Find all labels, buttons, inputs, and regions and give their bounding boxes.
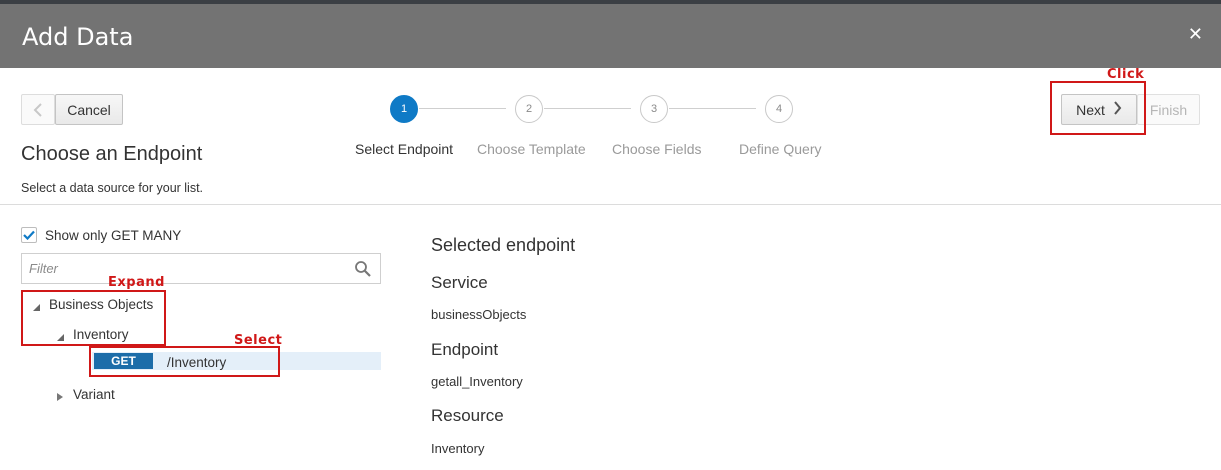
selected-endpoint-heading: Selected endpoint [431,235,576,255]
annotation-select-box [89,346,280,377]
page-subtitle: Select a data source for your list. [21,181,204,195]
step-4-indicator[interactable]: 4 [765,95,793,123]
page-title: Choose an Endpoint [21,143,203,165]
cancel-button[interactable]: Cancel [55,94,123,125]
annotation-click-text: Click [1107,67,1145,82]
show-only-get-many-checkbox[interactable]: Show only GET MANY [21,227,181,243]
service-label: Service [431,273,488,292]
show-only-get-many-label: Show only GET MANY [45,227,182,243]
endpoint-label: Endpoint [431,340,499,359]
step-connector [544,108,631,109]
step-3-label[interactable]: Choose Fields [612,141,702,157]
annotation-expand-box [21,290,166,346]
back-button[interactable] [21,94,55,125]
resource-label: Resource [431,406,504,425]
divider [0,204,1221,205]
chevron-left-icon [33,102,42,117]
tree-node-label: Variant [73,387,115,402]
collapsed-triangle-icon[interactable] [55,390,65,401]
step-1-label[interactable]: Select Endpoint [355,141,453,157]
filter-field[interactable] [21,253,381,284]
close-icon[interactable]: ✕ [1188,24,1203,45]
service-value: businessObjects [431,307,527,322]
endpoint-value: getall_Inventory [431,374,523,389]
finish-button[interactable]: Finish [1137,94,1200,125]
checkbox-checked-icon[interactable] [21,227,37,243]
filter-input[interactable] [22,254,342,283]
step-3-indicator[interactable]: 3 [640,95,668,123]
step-2-indicator[interactable]: 2 [515,95,543,123]
step-1-indicator[interactable]: 1 [390,95,418,123]
step-4-label[interactable]: Define Query [739,141,821,157]
dialog-header: Add Data ✕ [0,4,1221,68]
search-icon[interactable] [354,260,372,283]
annotation-expand-text: Expand [108,275,165,290]
annotation-click-box [1050,81,1146,135]
step-connector [419,108,506,109]
step-connector [669,108,756,109]
dialog-title: Add Data [22,23,134,51]
resource-value: Inventory [431,441,485,456]
step-2-label[interactable]: Choose Template [477,141,586,157]
tree-node-variant[interactable]: Variant [55,387,115,402]
